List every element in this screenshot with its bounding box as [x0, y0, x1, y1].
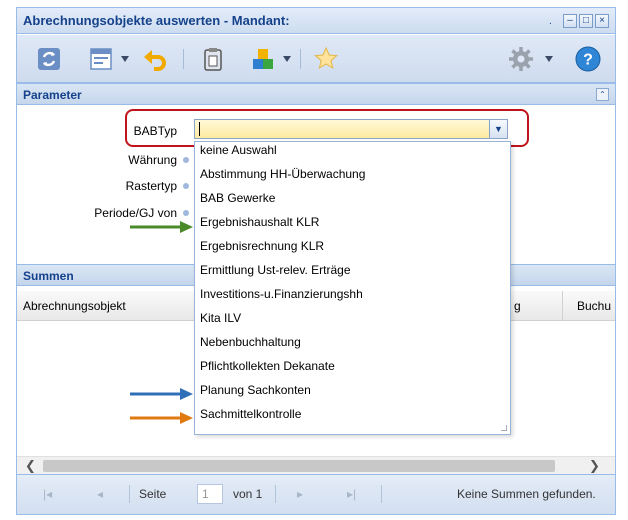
column-separator[interactable]: [562, 291, 563, 321]
layout-icon[interactable]: [87, 45, 115, 73]
title-bar: Abrechnungsobjekte auswerten - Mandant: …: [17, 8, 615, 34]
rastertyp-label: Rastertyp: [125, 179, 177, 193]
dropdown-option-abstimmung[interactable]: Abstimmung HH-Überwachung: [200, 167, 365, 181]
previous-page-icon[interactable]: ◂: [97, 487, 103, 501]
required-indicator-icon: [183, 210, 189, 216]
scroll-left-icon[interactable]: ❮: [25, 458, 36, 474]
column-header-partial[interactable]: g: [514, 299, 521, 313]
scroll-thumb[interactable]: [43, 460, 555, 472]
page-label: Seite: [139, 487, 167, 501]
column-header-abrechnungsobjekt[interactable]: Abrechnungsobjekt: [23, 299, 126, 313]
next-page-icon[interactable]: ▸: [297, 487, 303, 501]
minimize-button[interactable]: –: [563, 14, 577, 28]
last-page-icon[interactable]: ▸|: [347, 487, 356, 501]
close-button[interactable]: ×: [595, 14, 609, 28]
collapse-icon[interactable]: ⌃: [596, 88, 609, 101]
settings-gear-icon[interactable]: [507, 45, 535, 73]
help-icon[interactable]: ?: [574, 45, 602, 73]
summen-section-title: Summen: [23, 269, 74, 283]
dropdown-option-sachmittelkontrolle[interactable]: Sachmittelkontrolle: [200, 407, 301, 421]
parameter-section-header[interactable]: Parameter ⌃: [17, 83, 615, 105]
svg-text:?: ?: [583, 52, 593, 69]
required-indicator-icon: [183, 183, 189, 189]
dropdown-option-ergebnishaushalt[interactable]: Ergebnishaushalt KLR: [200, 215, 319, 229]
dropdown-option-kita-ilv[interactable]: Kita ILV: [200, 311, 241, 325]
dropdown-option-ergebnisrechnung[interactable]: Ergebnisrechnung KLR: [200, 239, 324, 253]
page-number-input[interactable]: 1: [197, 484, 223, 504]
orange-arrow-icon: [130, 412, 193, 424]
dropdown-option-pflichtkollekten[interactable]: Pflichtkollekten Dekanate: [200, 359, 335, 373]
cubes-icon[interactable]: [249, 45, 277, 73]
dropdown-option-ust-ertraege[interactable]: Ermittlung Ust-relev. Erträge: [200, 263, 351, 277]
periode-label: Periode/GJ von: [94, 206, 177, 220]
first-page-icon[interactable]: |◂: [43, 487, 52, 501]
favorite-star-icon[interactable]: [312, 45, 340, 73]
clipboard-icon[interactable]: [199, 45, 227, 73]
toolbar: ?: [17, 35, 615, 83]
blue-arrow-icon: [130, 388, 193, 400]
status-message: Keine Summen gefunden.: [457, 487, 596, 501]
pager-toolbar: |◂ ◂ Seite 1 von 1 ▸ ▸| Keine Summen gef…: [17, 474, 615, 514]
pager-separator: [381, 485, 382, 503]
horizontal-scrollbar[interactable]: ❮ ❯: [17, 456, 615, 474]
refresh-icon[interactable]: [35, 45, 63, 73]
title-dot: .: [549, 16, 552, 27]
app-window: Abrechnungsobjekte auswerten - Mandant: …: [16, 7, 616, 515]
babtyp-dropdown-list[interactable]: keine Auswahl Abstimmung HH-Überwachung …: [194, 141, 511, 435]
pager-separator: [275, 485, 276, 503]
maximize-button[interactable]: □: [579, 14, 593, 28]
dropdown-option-planung-sachkonten[interactable]: Planung Sachkonten: [200, 383, 311, 397]
dropdown-option-keine-auswahl[interactable]: keine Auswahl: [200, 143, 277, 157]
toolbar-separator: [183, 49, 184, 69]
dropdown-option-investitions[interactable]: Investitions-u.Finanzierungshh: [200, 287, 363, 301]
undo-icon[interactable]: [141, 45, 169, 73]
pager-separator: [129, 485, 130, 503]
scroll-right-icon[interactable]: ❯: [589, 458, 600, 474]
column-header-buchu[interactable]: Buchu: [577, 299, 611, 313]
parameter-section-title: Parameter: [23, 88, 82, 102]
toolbar-separator: [300, 49, 301, 69]
waehrung-label: Währung: [128, 153, 177, 167]
dropdown-option-bab-gewerke[interactable]: BAB Gewerke: [200, 191, 275, 205]
green-arrow-icon: [130, 221, 193, 233]
resize-grip-icon[interactable]: [501, 425, 507, 431]
window-title: Abrechnungsobjekte auswerten - Mandant:: [23, 13, 290, 28]
dropdown-option-nebenbuchhaltung[interactable]: Nebenbuchhaltung: [200, 335, 301, 349]
required-indicator-icon: [183, 157, 189, 163]
layout-dropdown-caret-icon[interactable]: [121, 56, 129, 62]
page-count-label: von 1: [233, 487, 263, 501]
settings-dropdown-caret-icon[interactable]: [545, 56, 553, 62]
cubes-dropdown-caret-icon[interactable]: [283, 56, 291, 62]
